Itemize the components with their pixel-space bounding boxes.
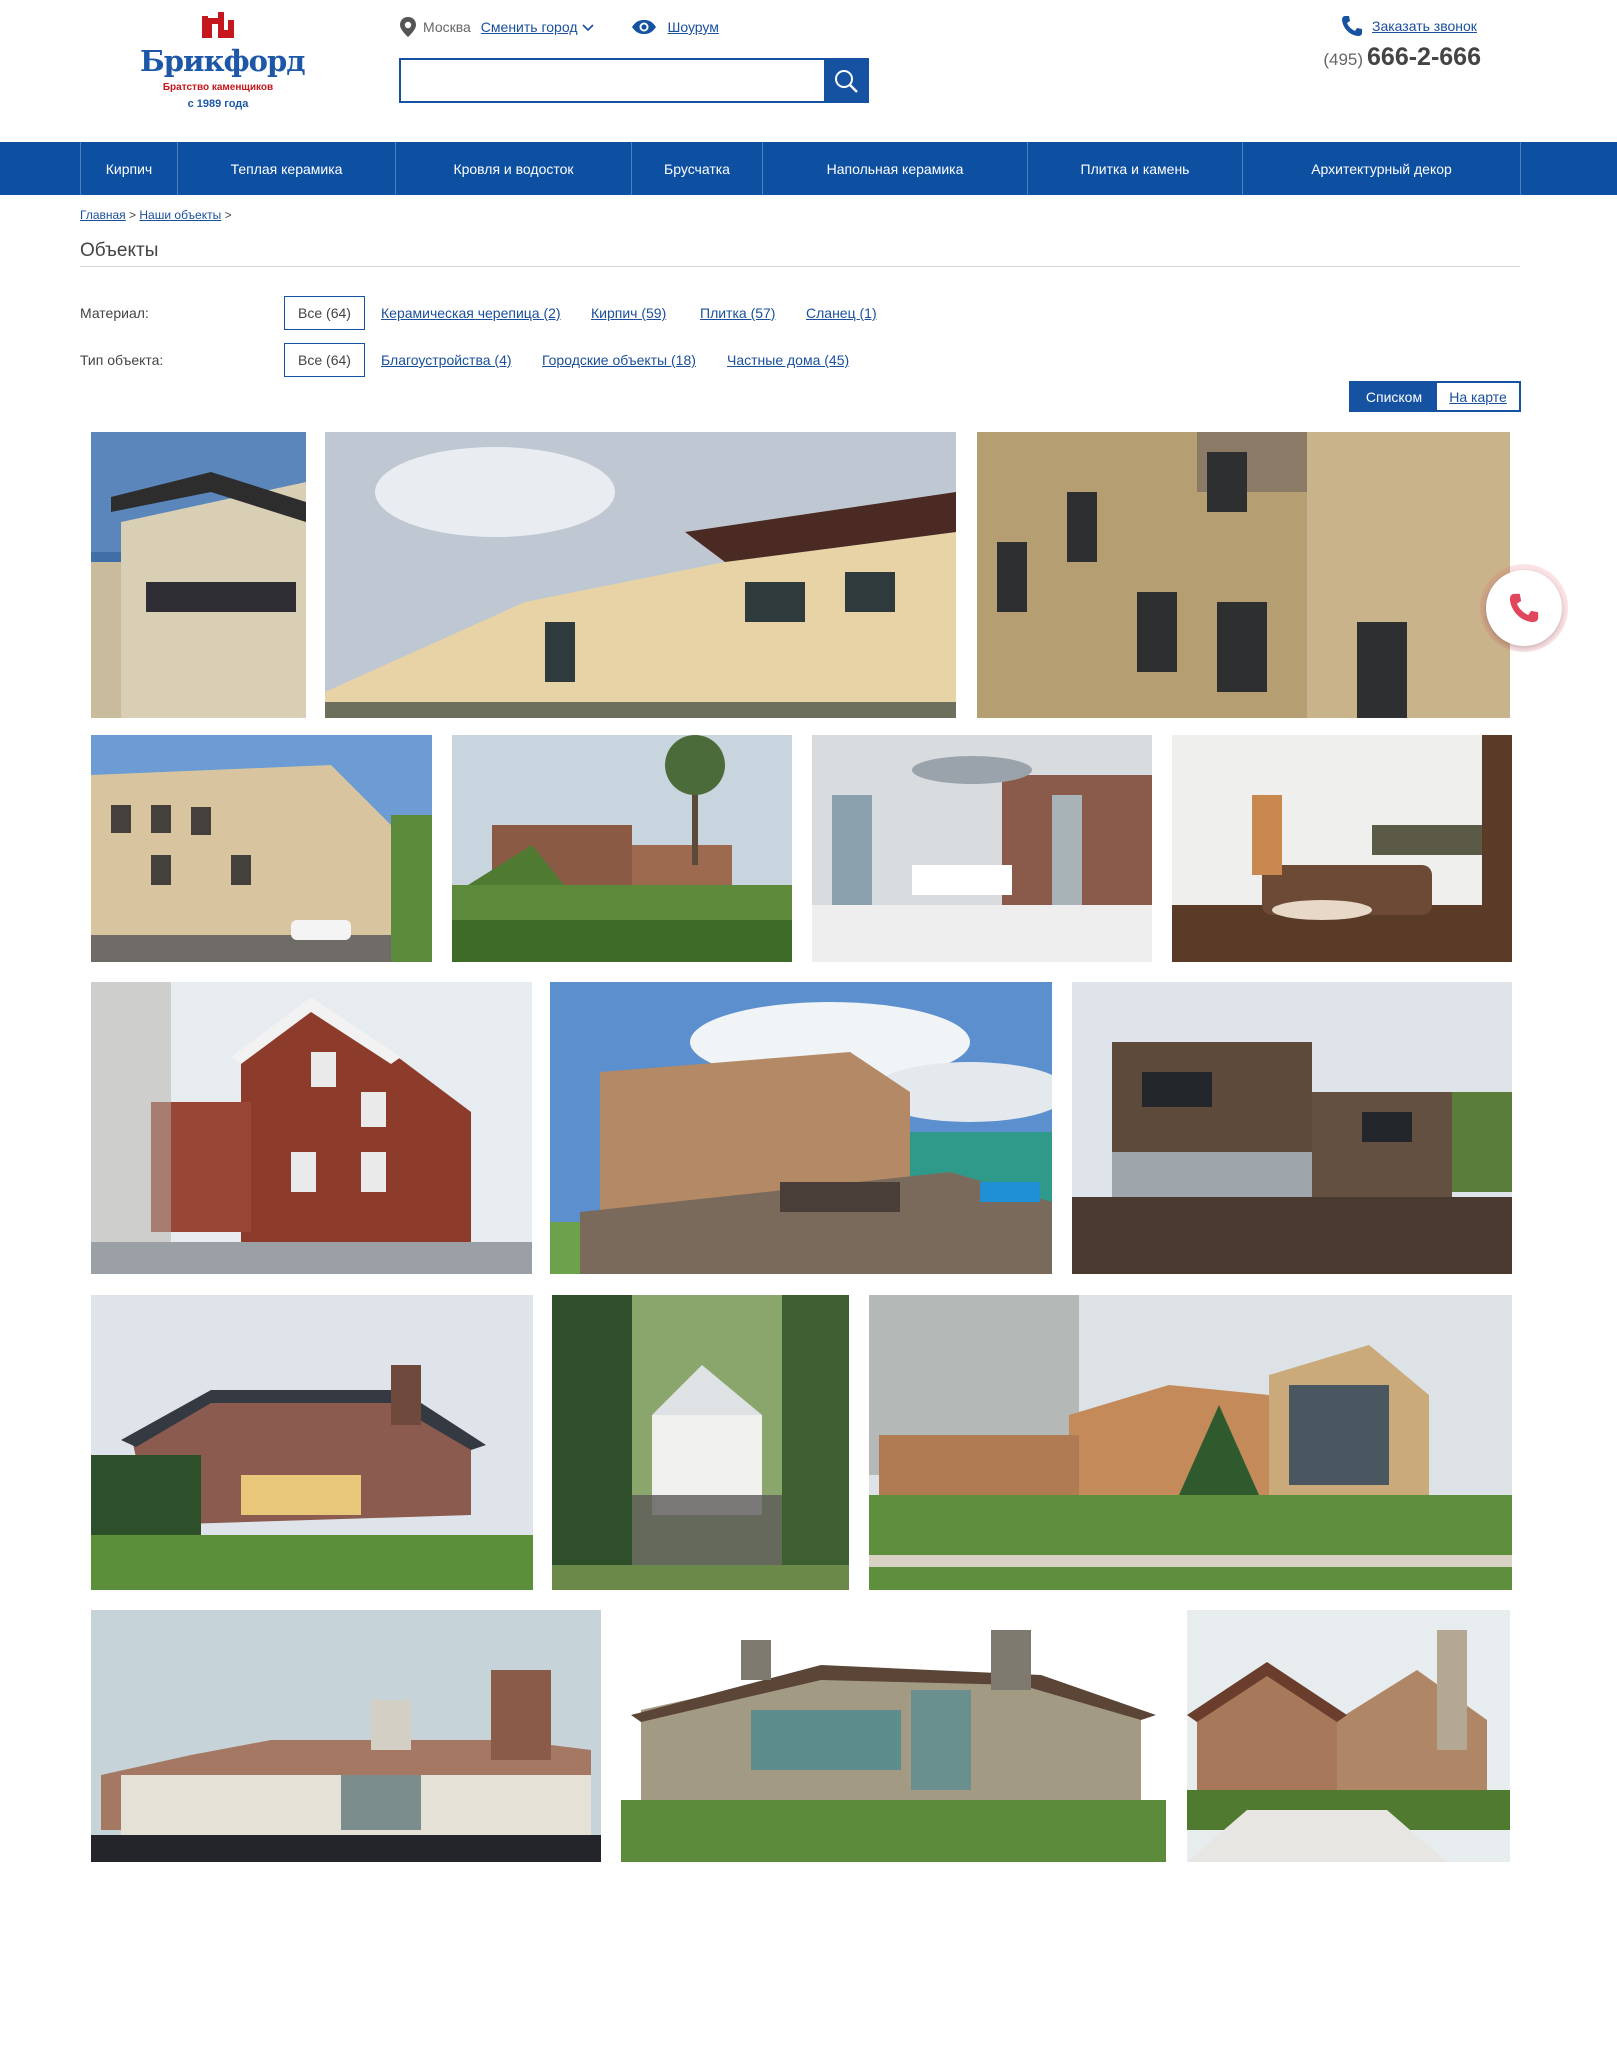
- material-filter-option[interactable]: Кирпич (59): [591, 305, 666, 321]
- chevron-down-icon[interactable]: [581, 22, 595, 32]
- nav-item-paving[interactable]: Брусчатка: [631, 142, 762, 195]
- breadcrumb-current[interactable]: Наши объекты: [139, 208, 221, 222]
- logo-mark-icon: [202, 12, 234, 38]
- logo-tagline: Братство каменщиков: [162, 82, 274, 93]
- type-filter-option[interactable]: Благоустройства (4): [381, 352, 512, 368]
- search-icon: [834, 69, 858, 93]
- view-toggle: Списком На карте: [1349, 381, 1521, 412]
- object-photo[interactable]: [91, 982, 532, 1274]
- current-city: Москва: [423, 19, 471, 35]
- title-divider: [80, 266, 1520, 267]
- logo-since: с 1989 года: [187, 98, 249, 110]
- nav-item-warm-ceramics[interactable]: Теплая керамика: [177, 142, 395, 195]
- view-map-button[interactable]: На карте: [1437, 383, 1519, 410]
- logo-name: Брикфорд: [140, 44, 306, 78]
- main-nav: Кирпич Теплая керамика Кровля и водосток…: [0, 142, 1617, 195]
- breadcrumb: Главная > Наши объекты >: [80, 208, 232, 222]
- material-filter-option[interactable]: Сланец (1): [806, 305, 877, 321]
- city-bar: Москва Сменить город Шоурум: [398, 16, 719, 38]
- type-filter-option[interactable]: Городские объекты (18): [542, 352, 696, 368]
- phone-digits: 666-2-666: [1367, 43, 1481, 71]
- nav-item-tile-stone[interactable]: Плитка и камень: [1027, 142, 1242, 195]
- page-title: Объекты: [80, 240, 159, 261]
- material-filter-option[interactable]: Керамическая черепица (2): [381, 305, 561, 321]
- material-filter-option[interactable]: Плитка (57): [700, 305, 775, 321]
- call-widget-button[interactable]: [1486, 570, 1562, 646]
- breadcrumb-home[interactable]: Главная: [80, 208, 126, 222]
- object-photo[interactable]: [977, 432, 1510, 718]
- object-photo[interactable]: [812, 735, 1152, 962]
- nav-item-brick[interactable]: Кирпич: [80, 142, 177, 195]
- nav-item-floor-ceramics[interactable]: Напольная керамика: [762, 142, 1027, 195]
- object-photo[interactable]: [621, 1610, 1166, 1862]
- object-photo[interactable]: [91, 735, 432, 962]
- object-photo[interactable]: [1187, 1610, 1510, 1862]
- type-filter-all[interactable]: Все (64): [284, 343, 365, 377]
- search-input[interactable]: [401, 60, 824, 101]
- object-photo[interactable]: [91, 1610, 601, 1862]
- material-filter-label: Материал:: [80, 305, 149, 321]
- view-list-button[interactable]: Списком: [1351, 383, 1437, 410]
- object-photo[interactable]: [91, 432, 306, 718]
- object-photo[interactable]: [325, 432, 956, 718]
- object-photo[interactable]: [550, 982, 1052, 1274]
- callback-block: Заказать звонок: [1340, 15, 1477, 37]
- search-box: [399, 58, 869, 103]
- object-photo[interactable]: [1172, 735, 1512, 962]
- object-photo[interactable]: [1072, 982, 1512, 1274]
- type-filter-option[interactable]: Частные дома (45): [727, 352, 849, 368]
- callback-link[interactable]: Заказать звонок: [1372, 18, 1477, 34]
- type-filter-label: Тип объекта:: [80, 352, 164, 368]
- breadcrumb-sep: >: [129, 208, 137, 222]
- eye-icon: [632, 20, 657, 34]
- search-button[interactable]: [824, 60, 867, 101]
- phone-icon: [1342, 16, 1362, 36]
- material-filter-all[interactable]: Все (64): [284, 296, 365, 330]
- object-photo[interactable]: [552, 1295, 849, 1590]
- brand-logo[interactable]: Брикфорд Братство каменщиков с 1989 года: [140, 8, 306, 110]
- change-city-link[interactable]: Сменить город: [481, 19, 578, 35]
- phone-code: (495): [1323, 50, 1364, 69]
- location-pin-icon: [400, 17, 416, 37]
- showroom-link[interactable]: Шоурум: [667, 19, 718, 35]
- object-photo[interactable]: [452, 735, 792, 962]
- object-photo[interactable]: [869, 1295, 1512, 1590]
- nav-item-roofing[interactable]: Кровля и водосток: [395, 142, 631, 195]
- breadcrumb-sep: >: [224, 208, 232, 222]
- nav-item-arch-decor[interactable]: Архитектурный декор: [1242, 142, 1521, 195]
- phone-number[interactable]: (495) 666-2-666: [1309, 43, 1481, 72]
- object-photo[interactable]: [91, 1295, 533, 1590]
- phone-icon: [1509, 593, 1539, 623]
